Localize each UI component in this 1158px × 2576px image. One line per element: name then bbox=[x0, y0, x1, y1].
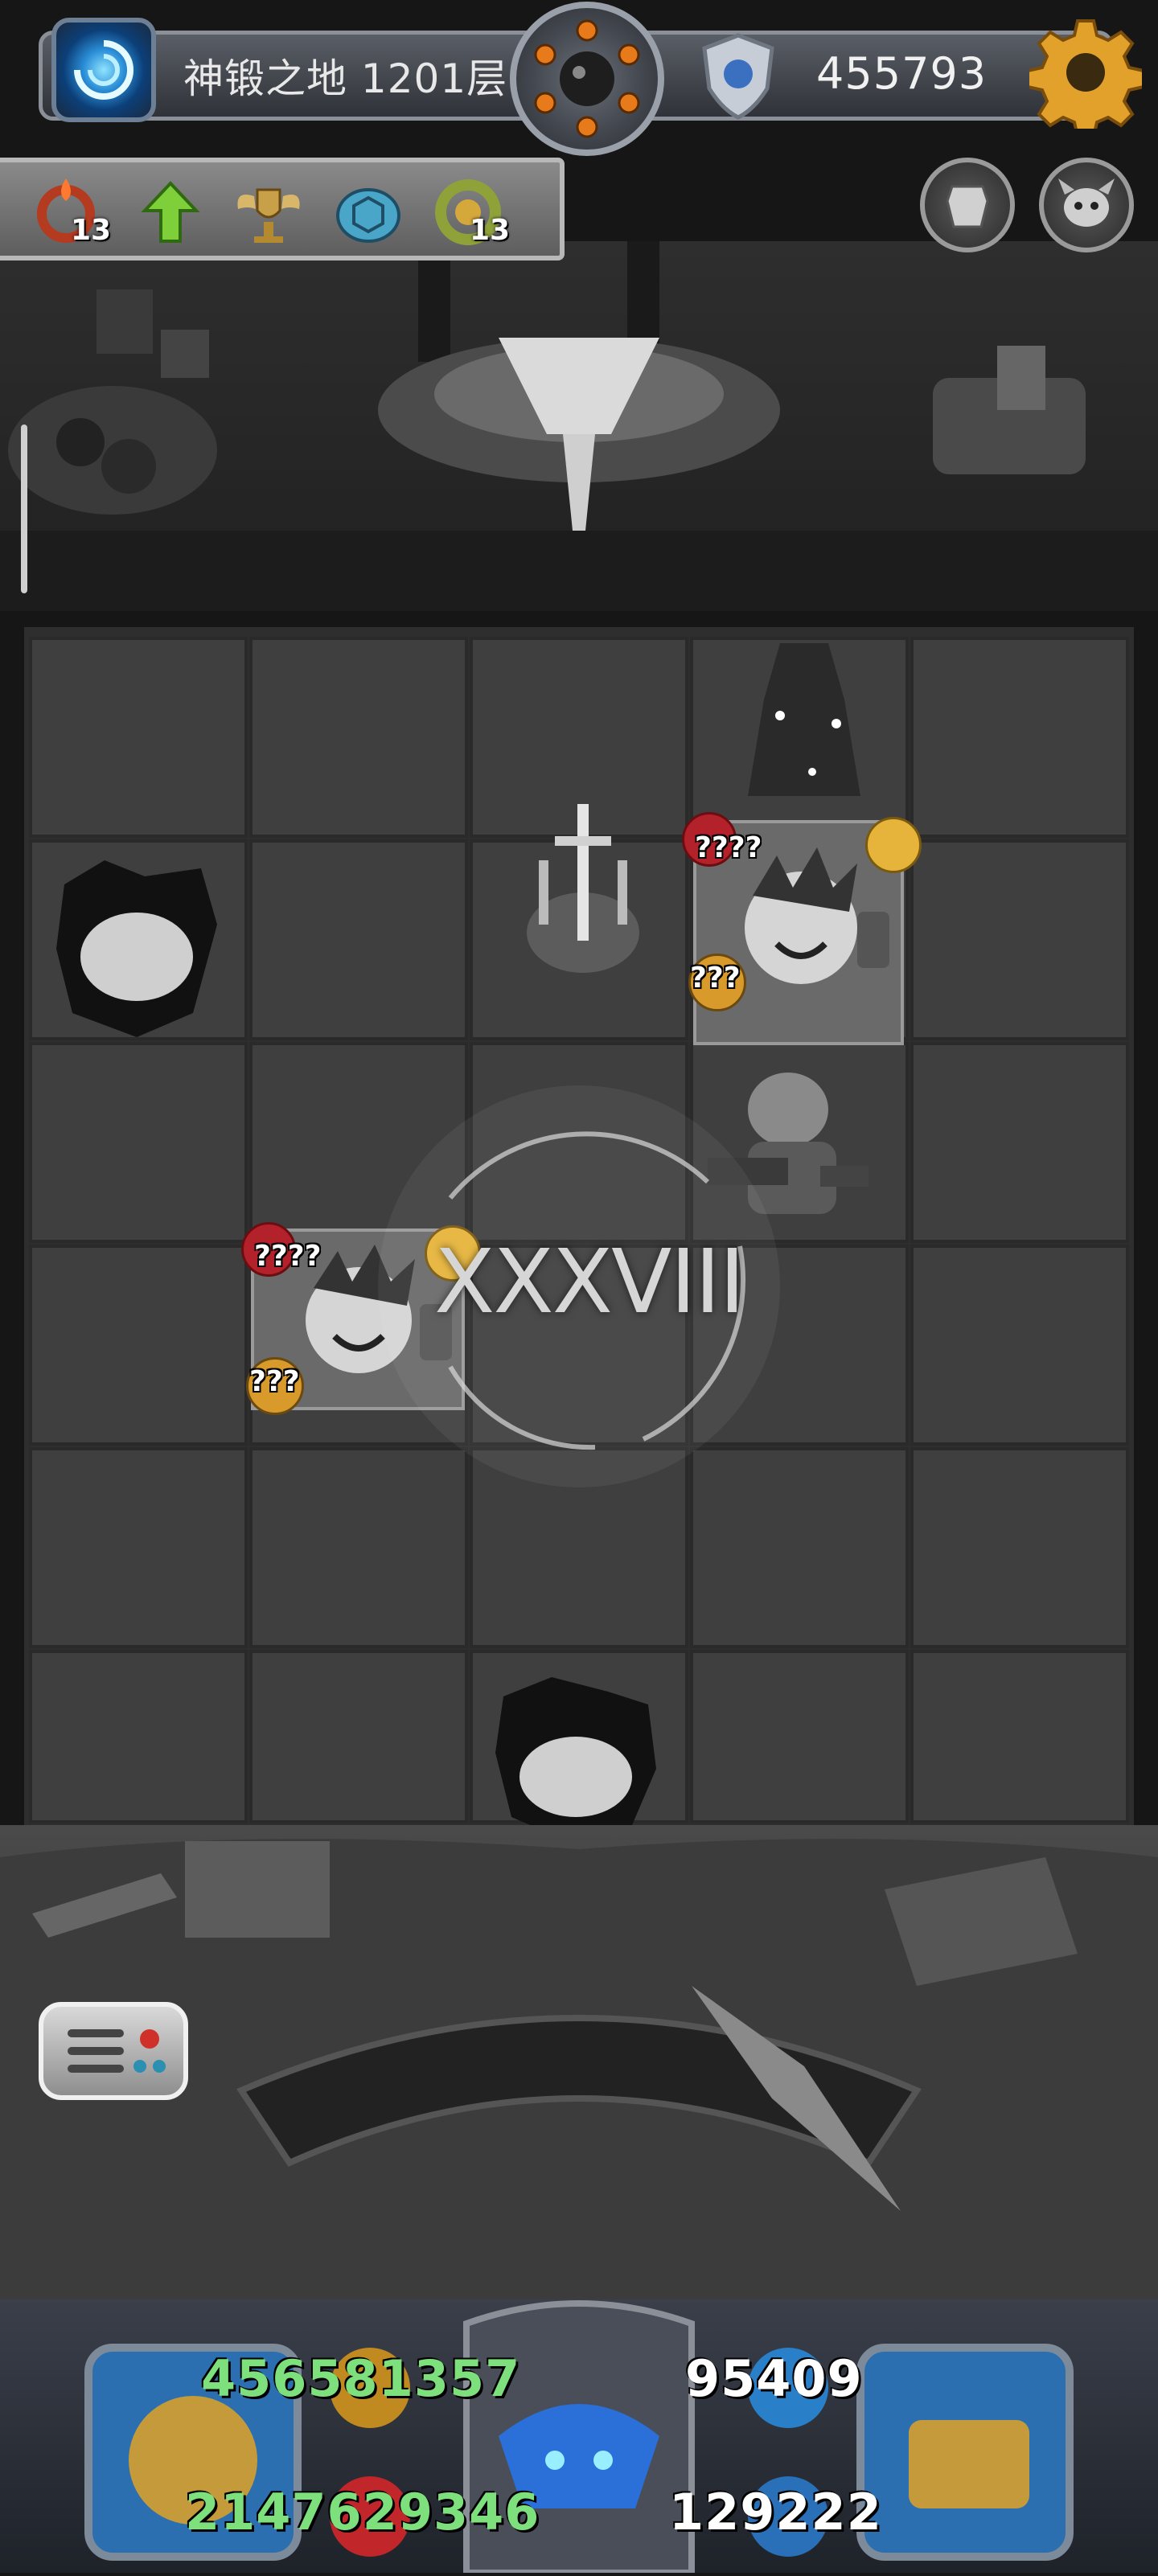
gear-icon[interactable] bbox=[1026, 16, 1145, 138]
floor-numeral: XXXVIII bbox=[434, 1230, 745, 1333]
board-tile[interactable] bbox=[249, 839, 468, 1040]
board-tile[interactable] bbox=[249, 637, 468, 838]
hole-icon[interactable] bbox=[48, 852, 225, 1045]
board-tile[interactable] bbox=[29, 1245, 248, 1446]
board-tile[interactable] bbox=[690, 1650, 909, 1823]
flame-ring-icon[interactable]: 13 bbox=[27, 174, 111, 251]
stats-bar bbox=[0, 2299, 1158, 2576]
board-tile[interactable] bbox=[249, 1650, 468, 1823]
winged-trophy-icon[interactable] bbox=[230, 174, 307, 251]
golden-wreath-icon[interactable]: 13 bbox=[429, 174, 511, 251]
enemy-hp: ???? bbox=[695, 831, 762, 864]
board-tile[interactable] bbox=[29, 1650, 248, 1823]
turtle-shell-icon[interactable] bbox=[330, 174, 407, 251]
attack-stat: 456581357 bbox=[201, 2349, 521, 2408]
enemy-attack: ??? bbox=[690, 962, 741, 995]
enemy-attack: ??? bbox=[249, 1365, 300, 1398]
sword-altar-icon[interactable] bbox=[515, 756, 651, 997]
enemy-hp: ???? bbox=[254, 1240, 322, 1273]
mana-stat: 129222 bbox=[669, 2483, 882, 2541]
board-tile[interactable] bbox=[29, 637, 248, 838]
board-tile[interactable] bbox=[910, 1447, 1129, 1648]
buff-bar: 13 13 bbox=[0, 158, 565, 260]
board-tile[interactable] bbox=[910, 1042, 1129, 1243]
hp-stat: 2147629346 bbox=[185, 2483, 540, 2541]
board-tile[interactable] bbox=[910, 839, 1129, 1040]
green-arrow-up-icon[interactable] bbox=[132, 174, 209, 251]
sword-badge-icon bbox=[865, 817, 922, 873]
board-tile[interactable] bbox=[910, 1650, 1129, 1823]
buff-count: 13 bbox=[71, 214, 112, 247]
dark-statue-icon[interactable] bbox=[724, 635, 885, 812]
defense-stat: 95409 bbox=[685, 2349, 863, 2408]
demon-mask-button[interactable] bbox=[1039, 158, 1134, 252]
scrollbar[interactable] bbox=[21, 425, 27, 593]
board-tile[interactable] bbox=[910, 637, 1129, 838]
board-tile[interactable] bbox=[29, 1447, 248, 1648]
buff-count: 13 bbox=[470, 214, 511, 247]
board-tile[interactable] bbox=[910, 1245, 1129, 1446]
shield-icon bbox=[698, 32, 778, 121]
armor-button[interactable] bbox=[920, 158, 1015, 252]
bomb-icon[interactable] bbox=[510, 2, 664, 156]
portal-icon[interactable] bbox=[51, 18, 156, 122]
forge-background bbox=[0, 241, 1158, 611]
dungeon-level-title: 神锻之地 1201层 bbox=[183, 55, 508, 102]
hole-icon[interactable] bbox=[487, 1672, 664, 1849]
coin-counter: 455793 bbox=[816, 48, 988, 99]
board-tile[interactable] bbox=[29, 1042, 248, 1243]
menu-button[interactable] bbox=[39, 2002, 188, 2100]
